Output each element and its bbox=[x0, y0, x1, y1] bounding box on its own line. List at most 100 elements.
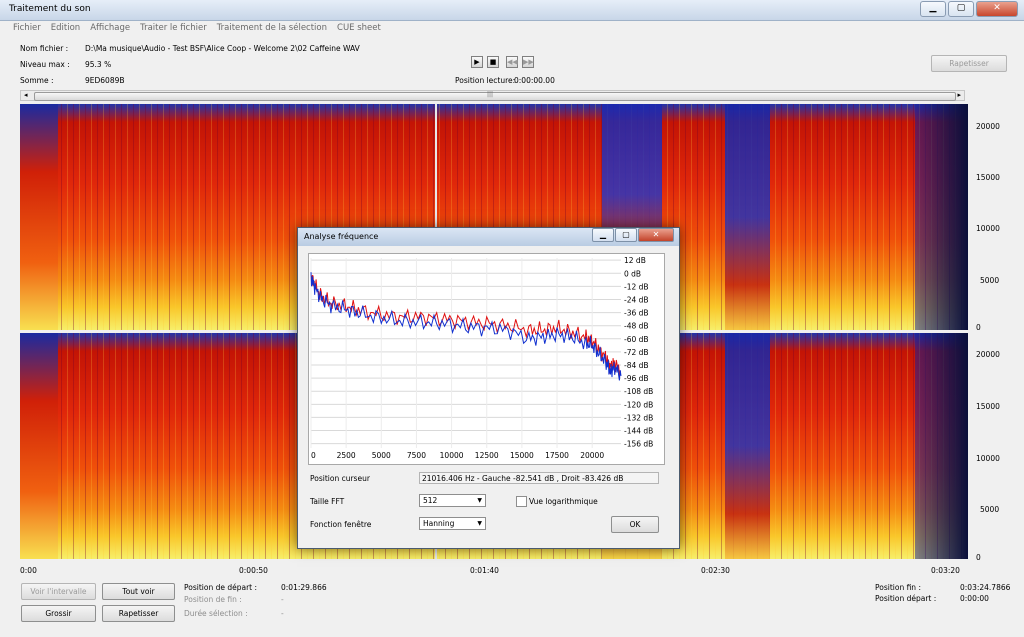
ok-button[interactable]: OK bbox=[611, 516, 659, 533]
max-level-label: Niveau max : bbox=[20, 60, 70, 69]
fft-size-label: Taille FFT bbox=[310, 497, 345, 506]
end-position-value: - bbox=[281, 595, 284, 604]
frequency-axis-right: 20000 15000 10000 5000 0 bbox=[968, 333, 1024, 562]
spectrum-plot[interactable]: 12 dB 0 dB -12 dB -24 dB -36 dB -48 dB -60 dB -… bbox=[308, 253, 665, 465]
frequency-axis-left: 20000 15000 10000 5000 0 bbox=[968, 104, 1024, 332]
spectrogram-fade-out bbox=[915, 104, 968, 330]
end-position-label: Position de fin : bbox=[184, 595, 242, 604]
end-value: 0:03:24.7866 bbox=[960, 583, 1011, 592]
series-line bbox=[310, 272, 622, 381]
y-tick-label: -108 dB bbox=[624, 387, 653, 396]
freq-tick: 20000 bbox=[976, 350, 1000, 359]
dialog-title-bar[interactable]: Analyse fréquence ▁ ▢ ✕ bbox=[298, 228, 679, 246]
minimize-button[interactable]: ▁ bbox=[920, 1, 946, 17]
zoom-in-button[interactable]: Grossir bbox=[21, 605, 96, 622]
time-tick: 0:03:20 bbox=[931, 566, 960, 575]
freq-tick: 5000 bbox=[980, 505, 1000, 514]
rapetisser-top-button[interactable]: Rapetisser bbox=[931, 55, 1007, 72]
time-tick: 0:00 bbox=[20, 566, 37, 575]
menu-bar: Fichier Edition Affichage Traiter le fic… bbox=[0, 21, 1024, 35]
window-function-select[interactable]: Hanning ▼ bbox=[419, 517, 486, 530]
max-level-value: 95.3 % bbox=[85, 60, 112, 69]
view-all-button[interactable]: Tout voir bbox=[102, 583, 175, 600]
x-tick-label: 10000 bbox=[440, 451, 464, 460]
chevron-down-icon: ▼ bbox=[477, 520, 482, 527]
freq-tick: 15000 bbox=[976, 173, 1000, 182]
x-tick-label: 12500 bbox=[475, 451, 499, 460]
frequency-analysis-dialog: Analyse fréquence ▁ ▢ ✕ 12 dB 0 dB -12 dB -… bbox=[297, 227, 680, 549]
start-position-label: Position de départ : bbox=[184, 583, 258, 592]
log-view-label: Vue logarithmique bbox=[529, 497, 598, 506]
scroll-thumb[interactable]: ||| bbox=[34, 91, 956, 101]
window-title: Traitement du son bbox=[9, 4, 91, 14]
freq-tick: 5000 bbox=[980, 276, 1000, 285]
zoom-out-button[interactable]: Rapetisser bbox=[102, 605, 175, 622]
fft-size-value: 512 bbox=[423, 496, 438, 505]
dialog-maximize-button[interactable]: ▢ bbox=[615, 228, 637, 242]
log-view-checkbox[interactable] bbox=[516, 496, 527, 507]
end-label: Position fin : bbox=[875, 583, 921, 592]
spectrogram-intro bbox=[20, 333, 58, 559]
x-tick-label: 15000 bbox=[510, 451, 534, 460]
freq-tick: 0 bbox=[976, 323, 981, 332]
dialog-close-button[interactable]: ✕ bbox=[638, 228, 674, 242]
playback-position-label: Position lecture: bbox=[455, 76, 516, 85]
y-tick-label: -36 dB bbox=[624, 309, 649, 318]
title-bar[interactable]: Traitement du son ▁ ▢ ✕ bbox=[0, 0, 1024, 21]
freq-tick: 10000 bbox=[976, 224, 1000, 233]
y-tick-label: -60 dB bbox=[624, 335, 649, 344]
y-tick-label: -132 dB bbox=[624, 413, 653, 422]
freq-tick: 10000 bbox=[976, 454, 1000, 463]
y-tick-label: -156 dB bbox=[624, 440, 653, 449]
close-button[interactable]: ✕ bbox=[976, 1, 1018, 17]
time-tick: 0:00:50 bbox=[239, 566, 268, 575]
view-interval-button[interactable]: Voir l'intervalle bbox=[21, 583, 96, 600]
freq-tick: 20000 bbox=[976, 122, 1000, 131]
x-tick-label: 20000 bbox=[580, 451, 604, 460]
menu-cue-sheet[interactable]: CUE sheet bbox=[337, 21, 381, 35]
x-tick-label: 0 bbox=[311, 451, 316, 460]
spectrogram-quiet-section-2 bbox=[725, 333, 770, 559]
menu-traitement-selection[interactable]: Traitement de la sélection bbox=[217, 21, 327, 35]
chevron-down-icon: ▼ bbox=[477, 497, 482, 504]
y-tick-label: -84 dB bbox=[624, 361, 649, 370]
rewind-button[interactable]: ◀◀ bbox=[506, 56, 518, 68]
file-name-value: D:\Ma musique\Audio - Test BSF\Alice Coo… bbox=[85, 44, 360, 53]
y-tick-label: -96 dB bbox=[624, 374, 649, 383]
main-window: Traitement du son ▁ ▢ ✕ Fichier Edition … bbox=[0, 0, 1024, 637]
y-tick-label: 12 dB bbox=[624, 256, 646, 265]
play-button[interactable]: ▶ bbox=[471, 56, 483, 68]
time-tick: 0:02:30 bbox=[701, 566, 730, 575]
time-tick: 0:01:40 bbox=[470, 566, 499, 575]
forward-button[interactable]: ▶▶ bbox=[522, 56, 534, 68]
selection-duration-label: Durée sélection : bbox=[184, 609, 248, 618]
start-position-value: 0:01:29.866 bbox=[281, 583, 327, 592]
menu-traiter-fichier[interactable]: Traiter le fichier bbox=[140, 21, 207, 35]
x-tick-label: 5000 bbox=[372, 451, 391, 460]
menu-edition[interactable]: Edition bbox=[51, 21, 80, 35]
checksum-value: 9ED6089B bbox=[85, 76, 125, 85]
time-axis: 0:00 0:00:50 0:01:40 0:02:30 0:03:20 bbox=[20, 559, 968, 575]
menu-fichier[interactable]: Fichier bbox=[13, 21, 41, 35]
freq-tick: 15000 bbox=[976, 402, 1000, 411]
y-tick-label: -48 dB bbox=[624, 322, 649, 331]
window-function-label: Fonction fenêtre bbox=[310, 520, 372, 529]
file-name-label: Nom fichier : bbox=[20, 44, 69, 53]
start-value: 0:00:00 bbox=[960, 594, 989, 603]
fft-size-select[interactable]: 512 ▼ bbox=[419, 494, 486, 507]
y-tick-label: -12 dB bbox=[624, 282, 649, 291]
freq-tick: 0 bbox=[976, 553, 981, 562]
y-tick-label: -144 dB bbox=[624, 427, 653, 436]
maximize-button[interactable]: ▢ bbox=[948, 1, 974, 17]
menu-affichage[interactable]: Affichage bbox=[90, 21, 130, 35]
scroll-grip-icon: ||| bbox=[487, 91, 494, 98]
horizontal-scrollbar[interactable]: ◂ ||| ▸ bbox=[20, 90, 965, 101]
dialog-minimize-button[interactable]: ▁ bbox=[592, 228, 614, 242]
x-tick-label: 2500 bbox=[337, 451, 356, 460]
scroll-left-arrow-icon[interactable]: ◂ bbox=[24, 91, 28, 99]
start-label: Position départ : bbox=[875, 594, 937, 603]
x-tick-label: 17500 bbox=[545, 451, 569, 460]
scroll-right-arrow-icon[interactable]: ▸ bbox=[957, 91, 961, 99]
stop-button[interactable]: ■ bbox=[487, 56, 499, 68]
y-tick-label: -24 dB bbox=[624, 295, 649, 304]
